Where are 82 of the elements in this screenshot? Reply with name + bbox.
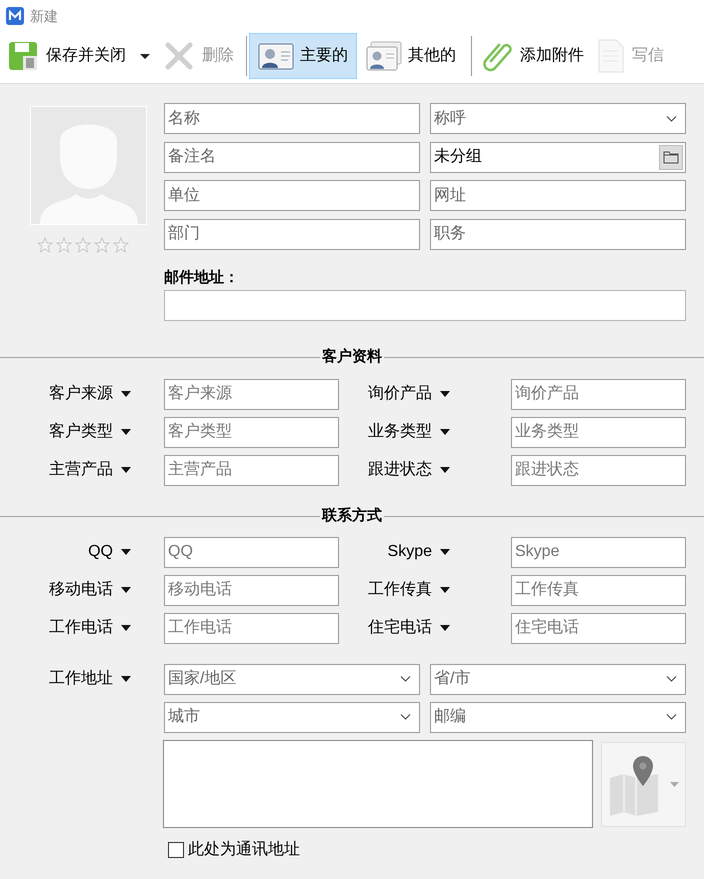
field-type-dropdown[interactable]: 询价产品	[339, 378, 482, 408]
section-heading: 联系方式	[320, 506, 383, 526]
close-icon	[164, 41, 194, 71]
text-field[interactable]: 住宅电话	[511, 612, 686, 644]
folder-icon	[663, 150, 679, 164]
field-type-dropdown[interactable]: QQ	[0, 536, 135, 566]
browse-button[interactable]	[659, 144, 683, 170]
star-icon	[75, 236, 91, 254]
address-type-dropdown[interactable]: 工作地址	[0, 664, 135, 694]
email-label: 邮件地址：	[164, 268, 240, 288]
text-field[interactable]: 移动电话	[164, 574, 339, 606]
text-field[interactable]: 跟进状态	[511, 454, 686, 486]
caret-icon	[440, 466, 450, 472]
save-button[interactable]: 保存并关闭	[4, 33, 130, 79]
caret-icon	[440, 586, 450, 592]
text-field[interactable]: 部门	[164, 218, 420, 250]
field-type-dropdown[interactable]: 住宅电话	[339, 612, 482, 642]
field-type-dropdown[interactable]: 主营产品	[0, 454, 135, 484]
text-field[interactable]: 备注名	[164, 142, 420, 172]
text-field[interactable]: 工作传真	[511, 574, 686, 606]
mailing-address-checkbox[interactable]: 此处为通讯地址	[168, 840, 686, 860]
field-type-dropdown[interactable]: 客户来源	[0, 378, 135, 408]
caret-icon	[440, 624, 450, 630]
section-heading: 客户资料	[321, 347, 383, 368]
caret-icon	[670, 782, 679, 786]
chevron-down-icon	[666, 714, 677, 720]
caret-icon	[121, 390, 131, 396]
field-type-dropdown[interactable]: 工作传真	[339, 574, 482, 604]
view-tab[interactable]: 主要的	[249, 33, 357, 79]
chevron-down-icon	[666, 116, 677, 122]
caret-icon	[140, 54, 150, 58]
text-field[interactable]: 业务类型	[511, 416, 686, 448]
chevron-down-icon	[400, 714, 411, 720]
map-button[interactable]	[601, 742, 686, 826]
text-field[interactable]: 职务	[430, 218, 686, 250]
app-logo-icon	[6, 7, 24, 25]
caret-icon	[440, 548, 450, 554]
email-field[interactable]	[164, 290, 686, 320]
group-field[interactable]: 未分组	[430, 142, 686, 172]
field-type-dropdown[interactable]: 移动电话	[0, 574, 135, 604]
star-icon	[56, 236, 72, 254]
dropdown-field[interactable]: 邮编	[430, 702, 686, 732]
text-field[interactable]: 工作电话	[164, 612, 339, 644]
caret-icon	[121, 624, 131, 630]
window-title: 新建	[30, 6, 58, 26]
text-field[interactable]: 客户来源	[164, 378, 339, 410]
star-icon	[94, 236, 110, 254]
chevron-down-icon	[666, 676, 677, 682]
street-address-field[interactable]	[163, 740, 593, 828]
dropdown-field[interactable]: 城市	[164, 702, 420, 732]
field-type-dropdown[interactable]: 跟进状态	[339, 454, 482, 484]
caret-icon	[121, 676, 131, 682]
text-field[interactable]: 询价产品	[511, 378, 686, 410]
text-field[interactable]: 名称	[164, 103, 420, 134]
caret-icon	[121, 548, 131, 554]
contact-card-icon	[258, 41, 294, 71]
field-type-dropdown[interactable]: 工作电话	[0, 612, 135, 642]
text-field[interactable]: 主营产品	[164, 454, 339, 486]
attach-button[interactable]: 添加附件	[478, 33, 588, 79]
star-rating[interactable]	[37, 236, 129, 254]
contact-cards-icon	[366, 41, 402, 71]
chevron-down-icon	[400, 676, 411, 682]
dropdown-field[interactable]: 国家/地区	[164, 664, 420, 694]
star-icon	[37, 236, 53, 254]
text-field[interactable]: 单位	[164, 180, 420, 211]
caret-icon	[440, 390, 450, 396]
caret-icon	[121, 428, 131, 434]
view-tab[interactable]: 其他的	[357, 33, 465, 79]
caret-icon	[121, 586, 131, 592]
field-type-dropdown[interactable]: 业务类型	[339, 416, 482, 446]
document-icon	[598, 39, 624, 73]
text-field[interactable]: Skype	[511, 536, 686, 568]
text-field[interactable]: 客户类型	[164, 416, 339, 448]
caret-icon	[121, 466, 131, 472]
text-field[interactable]: 网址	[430, 180, 686, 211]
field-type-dropdown[interactable]: 客户类型	[0, 416, 135, 446]
dropdown-field[interactable]: 称呼	[430, 103, 686, 134]
caret-icon	[440, 428, 450, 434]
star-icon	[113, 236, 129, 254]
text-field[interactable]: QQ	[164, 536, 339, 568]
dropdown-field[interactable]: 省/市	[430, 664, 686, 694]
field-type-dropdown[interactable]: Skype	[339, 536, 482, 566]
